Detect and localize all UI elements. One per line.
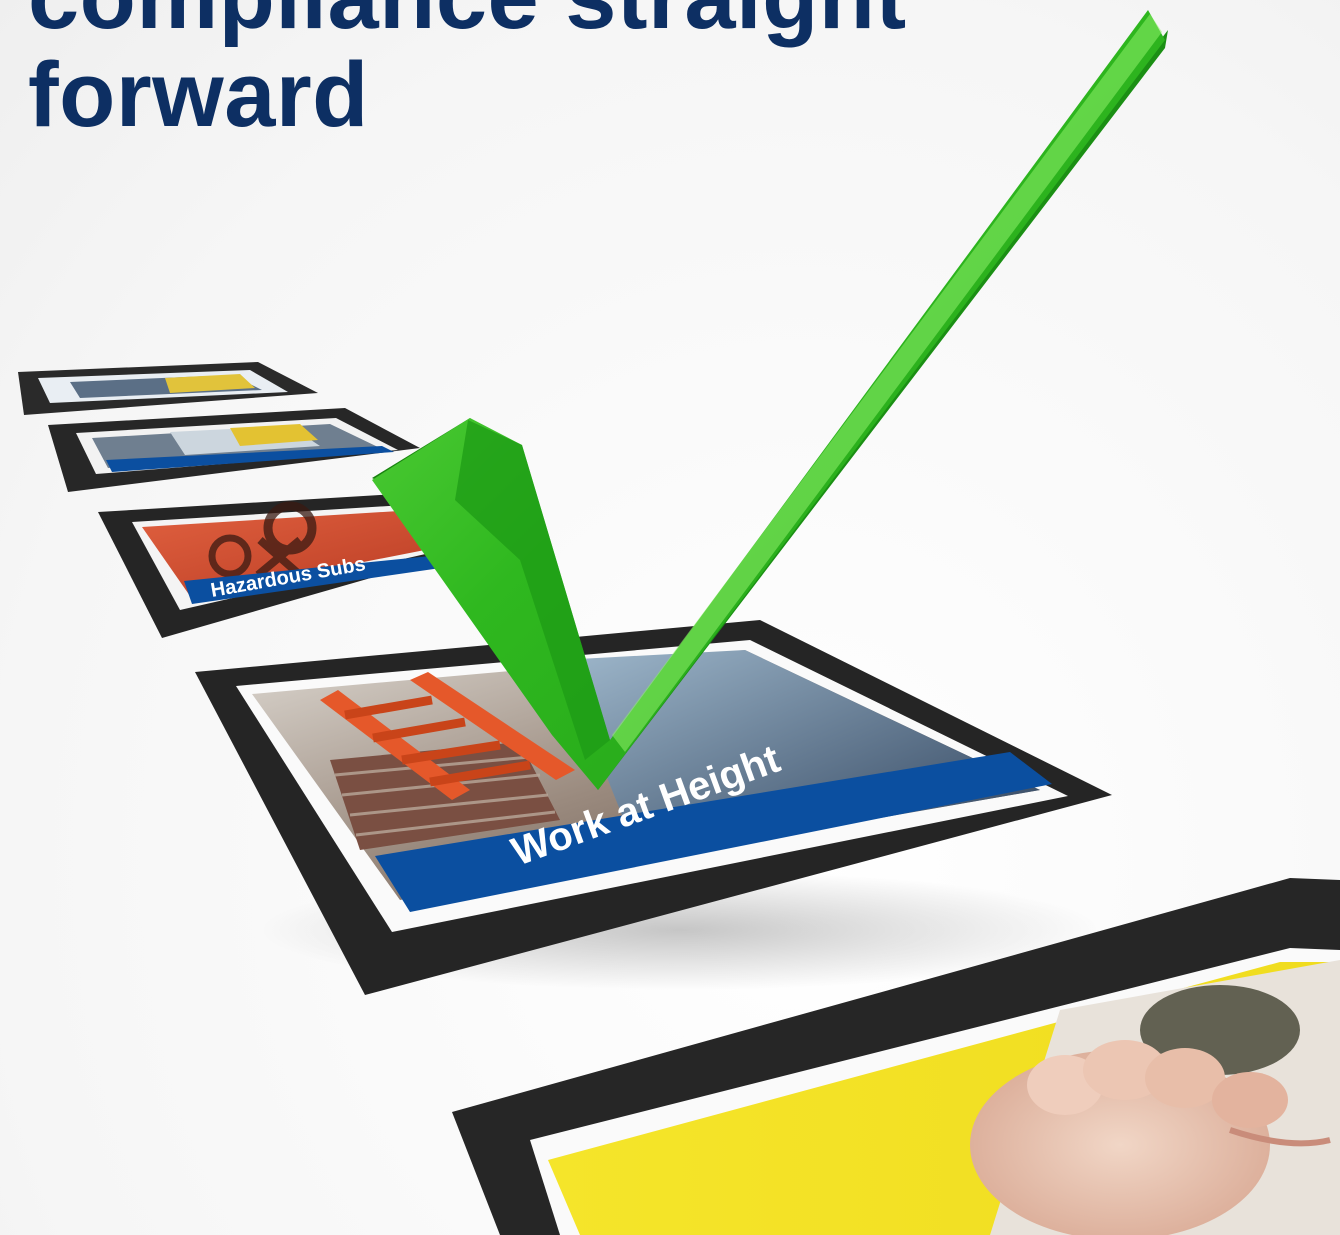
card-1 xyxy=(18,362,318,415)
card-4: Work at Height xyxy=(195,620,1112,995)
checklist-illustration: Hazardous Subs Work at Height xyxy=(18,10,1340,1235)
page: compliance straight forward xyxy=(0,0,1340,1235)
card-2 xyxy=(48,408,420,492)
